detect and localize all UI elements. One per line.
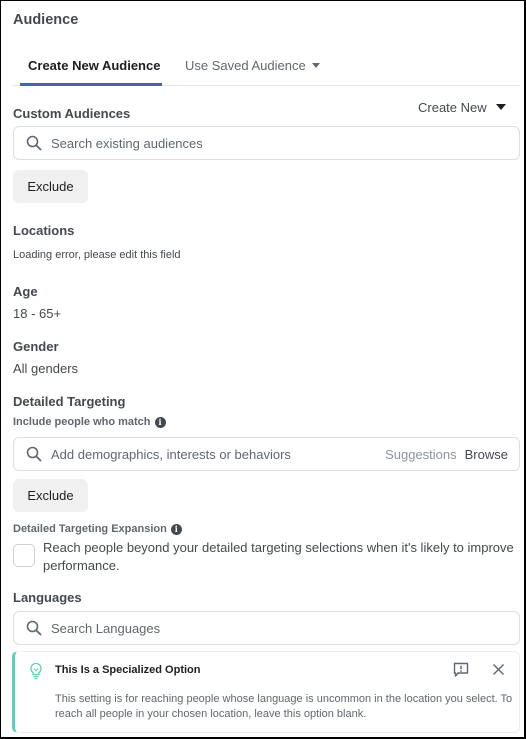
expansion-label-text: Detailed Targeting Expansion bbox=[13, 523, 167, 535]
detailed-targeting-label: Detailed Targeting bbox=[13, 394, 126, 409]
notice-body: This setting is for reaching people whos… bbox=[55, 693, 513, 720]
expansion-checkbox[interactable] bbox=[13, 544, 35, 567]
gender-label: Gender bbox=[13, 339, 59, 354]
expansion-checkbox-text[interactable]: Reach people beyond your detailed target… bbox=[43, 539, 521, 574]
custom-audiences-label: Custom Audiences bbox=[13, 106, 131, 121]
lightbulb-icon bbox=[29, 662, 43, 685]
expansion-label: Detailed Targeting Expansion i bbox=[13, 523, 182, 535]
info-icon[interactable]: i bbox=[170, 524, 182, 535]
tab-use-saved-audience[interactable]: Use Saved Audience bbox=[185, 58, 320, 73]
browse-link[interactable]: Browse bbox=[465, 447, 508, 462]
suggestions-link[interactable]: Suggestions bbox=[385, 447, 457, 462]
locations-label: Locations bbox=[13, 223, 75, 238]
create-new-label: Create New bbox=[418, 100, 487, 115]
languages-label: Languages bbox=[13, 590, 82, 605]
audience-tabs: Create New Audience Use Saved Audience bbox=[13, 56, 520, 86]
tab-label: Create New Audience bbox=[28, 58, 161, 73]
active-tab-indicator bbox=[20, 83, 162, 86]
close-icon[interactable] bbox=[492, 663, 505, 681]
search-icon bbox=[26, 135, 42, 151]
search-placeholder: Search Languages bbox=[51, 620, 161, 636]
caret-down-icon bbox=[495, 104, 506, 110]
feedback-icon[interactable] bbox=[453, 662, 469, 683]
search-placeholder: Add demographics, interests or behaviors bbox=[51, 446, 291, 462]
search-icon bbox=[26, 620, 42, 636]
include-people-label: Include people who match i bbox=[13, 416, 166, 428]
include-people-text: Include people who match bbox=[13, 416, 151, 428]
tab-label: Use Saved Audience bbox=[185, 58, 306, 73]
detailed-targeting-exclude-button[interactable]: Exclude bbox=[13, 479, 88, 512]
info-icon[interactable]: i bbox=[154, 417, 166, 428]
age-value[interactable]: 18 - 65+ bbox=[13, 306, 61, 321]
panel-title: Audience bbox=[13, 12, 79, 28]
notice-title: This Is a Specialized Option bbox=[55, 664, 201, 676]
search-icon bbox=[26, 446, 42, 462]
age-label: Age bbox=[13, 284, 38, 299]
search-placeholder: Search existing audiences bbox=[51, 135, 203, 151]
create-new-dropdown[interactable]: Create New bbox=[418, 100, 506, 115]
languages-search-input[interactable]: Search Languages bbox=[13, 611, 520, 645]
tab-create-new-audience[interactable]: Create New Audience bbox=[28, 58, 160, 73]
locations-error-text[interactable]: Loading error, please edit this field bbox=[13, 249, 181, 261]
caret-down-icon bbox=[311, 63, 320, 68]
gender-value[interactable]: All genders bbox=[13, 361, 78, 376]
audience-panel: Audience Create New Audience Use Saved A… bbox=[0, 0, 526, 739]
custom-audiences-search-input[interactable]: Search existing audiences bbox=[13, 126, 520, 160]
detailed-targeting-search-input[interactable]: Add demographics, interests or behaviors… bbox=[13, 437, 520, 471]
specialized-option-notice: This Is a Specialized Option This settin… bbox=[12, 651, 520, 733]
custom-audiences-exclude-button[interactable]: Exclude bbox=[13, 170, 88, 203]
